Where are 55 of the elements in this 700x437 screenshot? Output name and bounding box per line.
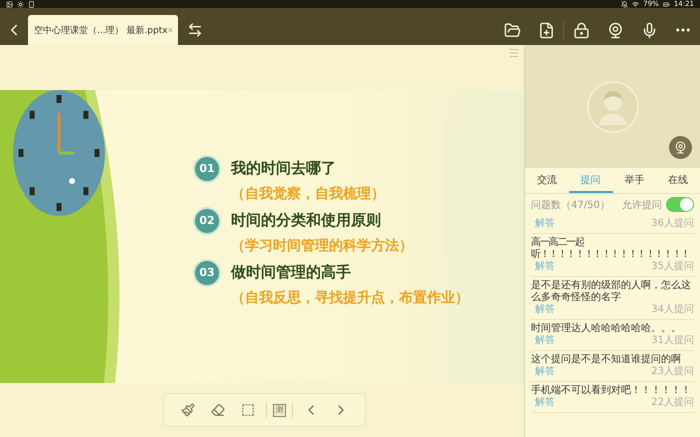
mute-icon xyxy=(621,0,628,8)
answer-link[interactable]: 解答 xyxy=(535,335,555,347)
question-text: 听！！！！！！！！！！！！！！！！！ xyxy=(531,249,690,261)
brush-icon[interactable] xyxy=(181,403,195,417)
eraser-icon[interactable] xyxy=(211,403,225,417)
number-badge: 02 xyxy=(195,208,219,232)
file-name: 空中心理课堂（...理） 最新.pptx xyxy=(34,24,168,36)
folder-icon[interactable] xyxy=(504,22,520,38)
question-text: 手机端不可以看到对吧！！！！！！ xyxy=(531,385,692,397)
dashed-square-icon[interactable] xyxy=(241,403,255,417)
panel-tab[interactable]: 交流 xyxy=(525,168,569,193)
number-badge: 03 xyxy=(195,260,219,284)
webcam-icon[interactable] xyxy=(674,141,687,154)
question-text: 高一高二一起 xyxy=(531,237,586,249)
allow-questions-toggle[interactable] xyxy=(666,197,694,212)
wifi-icon xyxy=(632,0,640,8)
test-button[interactable]: 测 xyxy=(273,404,286,416)
camera-button[interactable] xyxy=(669,136,692,159)
asker-count: 23人提问 xyxy=(651,366,694,378)
file-tab[interactable]: 空中心理课堂（...理） 最新.pptx× xyxy=(28,15,178,45)
image-icon xyxy=(6,0,13,8)
slide-heading: 做时间管理的高手 xyxy=(231,263,352,282)
slide-subheading: （自我觉察，自我梳理） xyxy=(231,184,386,202)
number-badge: 01 xyxy=(195,156,219,180)
question-text: 时间管理达人哈哈哈哈哈哈。。。 xyxy=(531,323,682,335)
panel-tab[interactable]: 在线 xyxy=(656,168,700,193)
answer-link[interactable]: 解答 xyxy=(535,304,555,316)
close-button[interactable]: × xyxy=(168,25,173,35)
asker-count: 22人提问 xyxy=(651,397,694,409)
asker-count: 31人提问 xyxy=(651,335,694,347)
allow-questions-label: 允许提问 xyxy=(622,198,662,212)
answer-link[interactable]: 解答 xyxy=(535,366,555,378)
asker-count: 34人提问 xyxy=(651,304,694,316)
panel-tab[interactable]: 提问 xyxy=(568,168,612,193)
slide-heading: 我的时间去哪了 xyxy=(231,159,337,178)
slide-subheading: （自我反思，寻找提升点，布置作业） xyxy=(231,288,469,306)
question-count: 问题数（47/50） xyxy=(531,198,610,212)
avatar-icon xyxy=(586,80,638,132)
answer-link[interactable]: 解答 xyxy=(535,218,555,230)
phone-icon xyxy=(28,0,35,8)
add-file-icon[interactable] xyxy=(538,22,554,38)
panel-tab[interactable]: 举手 xyxy=(612,168,656,193)
battery-icon xyxy=(662,0,670,8)
sun-icon xyxy=(17,0,24,8)
asker-count: 35人提问 xyxy=(651,261,694,273)
slide-heading: 时间的分类和使用原则 xyxy=(231,211,382,230)
lock-icon[interactable] xyxy=(572,22,590,38)
answer-link[interactable]: 解答 xyxy=(535,261,555,273)
question-text: 这个提问是不是不知道谁提问的啊 xyxy=(531,354,682,366)
webcam-icon[interactable] xyxy=(606,22,624,38)
slide-subheading: （学习时间管理的科学方法） xyxy=(231,236,414,254)
swap-arrows-icon[interactable] xyxy=(187,22,203,38)
asker-count: 36人提问 xyxy=(651,218,694,230)
answer-link[interactable]: 解答 xyxy=(535,397,555,409)
question-text: 是不是还有别的级部的人啊，怎么这么多奇奇怪怪的名字 xyxy=(531,280,692,304)
